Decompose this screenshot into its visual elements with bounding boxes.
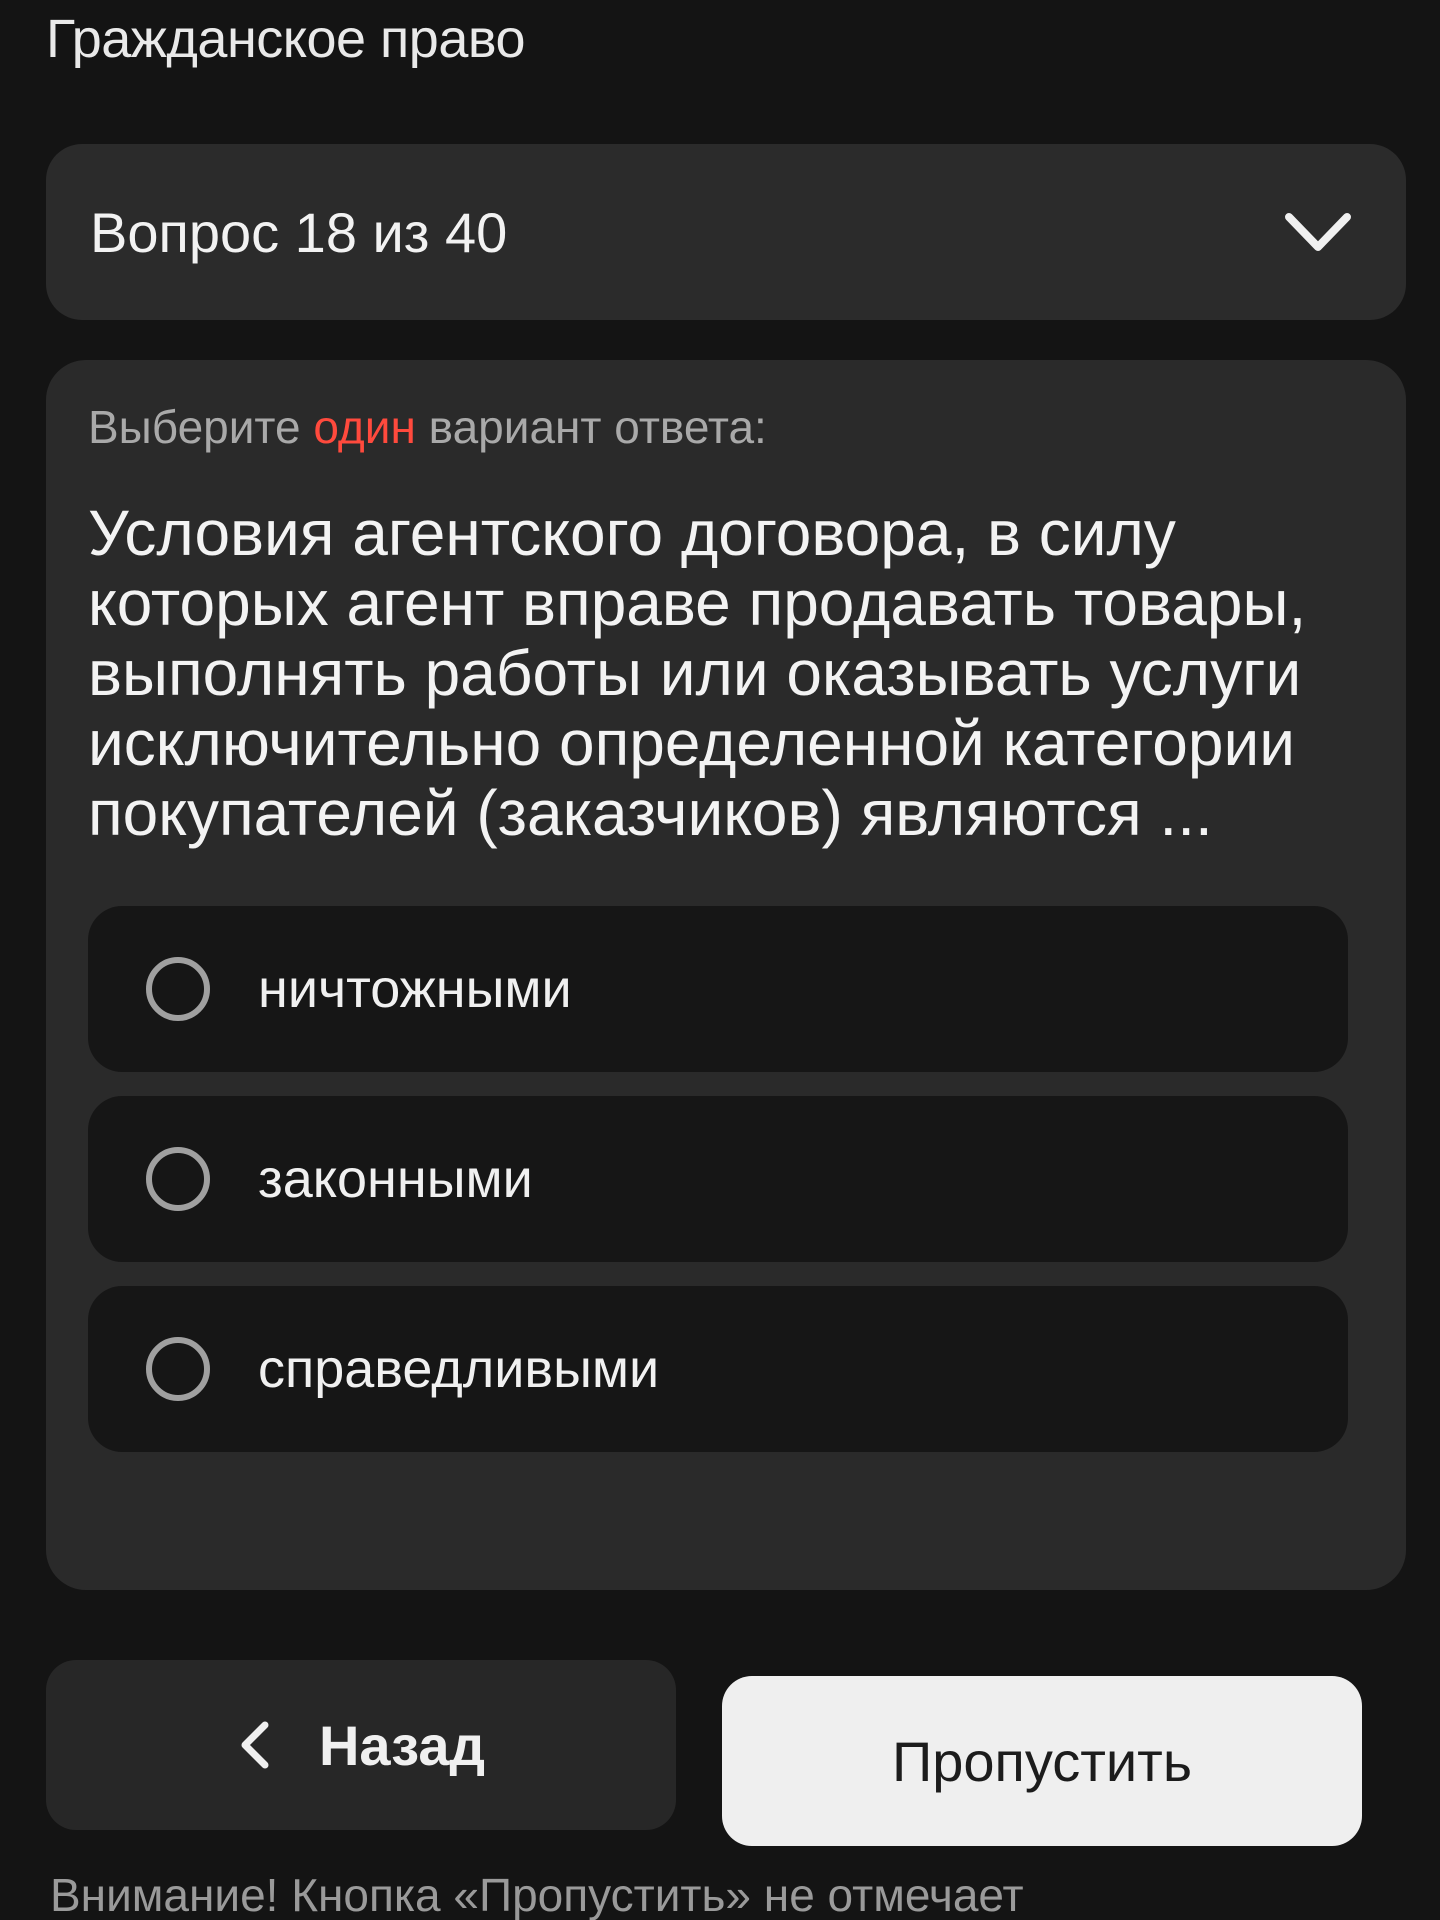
- radio-button-icon[interactable]: [146, 957, 210, 1021]
- chevron-left-icon: [237, 1717, 277, 1773]
- answer-option-label: ничтожными: [258, 959, 572, 1019]
- radio-button-icon[interactable]: [146, 1147, 210, 1211]
- back-button-label: Назад: [318, 1713, 486, 1777]
- instruction-prefix: Выберите: [88, 401, 314, 453]
- question-selector-dropdown[interactable]: Вопрос 18 из 40: [46, 144, 1406, 320]
- question-counter: Вопрос 18 из 40: [90, 200, 508, 264]
- answer-option[interactable]: ничтожными: [88, 906, 1348, 1072]
- answer-instruction: Выберите один вариант ответа:: [88, 400, 1366, 454]
- instruction-accent: один: [313, 401, 416, 453]
- answer-option-label: законными: [258, 1149, 533, 1209]
- instruction-suffix: вариант ответа:: [415, 401, 767, 453]
- answer-option[interactable]: справедливыми: [88, 1286, 1348, 1452]
- page-title: Гражданское право: [46, 9, 525, 69]
- answer-option-label: справедливыми: [258, 1339, 660, 1399]
- skip-button[interactable]: Пропустить: [722, 1676, 1362, 1846]
- skip-button-label: Пропустить: [892, 1729, 1192, 1793]
- chevron-down-icon: [1278, 202, 1358, 262]
- answer-option[interactable]: законными: [88, 1096, 1348, 1262]
- back-button[interactable]: Назад: [46, 1660, 676, 1830]
- radio-button-icon[interactable]: [146, 1337, 210, 1401]
- question-text: Условия агентского договора, в силу кото…: [88, 497, 1307, 849]
- skip-warning-text: Внимание! Кнопка «Пропустить» не отмечае…: [50, 1869, 1024, 1920]
- question-card: Выберите один вариант ответа: Условия аг…: [46, 360, 1406, 1590]
